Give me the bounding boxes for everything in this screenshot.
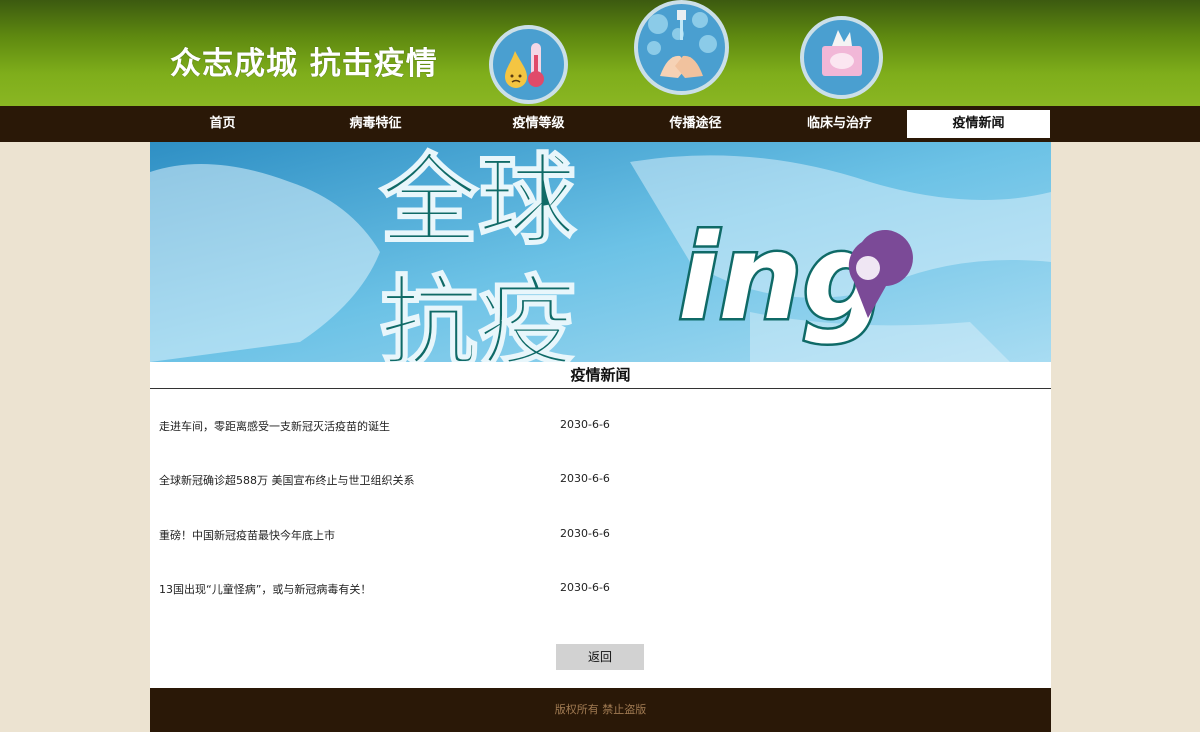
news-date: 2030-6-6 <box>560 472 610 485</box>
site-slogan: 众志成城 抗击疫情 <box>170 46 438 82</box>
news-date: 2030-6-6 <box>560 581 610 594</box>
news-banner: 全球 抗疫 ing <box>150 142 1051 362</box>
nav-item-transmission[interactable]: 传播途径 <box>624 110 767 138</box>
news-title[interactable]: 重磅！中国新冠疫苗最快今年底上市 <box>159 527 335 543</box>
news-title[interactable]: 全球新冠确诊超588万 美国宣布终止与世卫组织关系 <box>159 472 415 488</box>
copyright-text: 版权所有 禁止盗版 <box>554 703 647 716</box>
site-header: 众志成城 抗击疫情 <box>0 0 1200 106</box>
news-item[interactable]: 重磅！中国新冠疫苗最快今年底上市 2030-6-6 <box>159 527 1039 547</box>
back-button[interactable]: 返回 <box>556 644 644 670</box>
nav-item-epidemic-levels[interactable]: 疫情等级 <box>467 110 610 138</box>
banner-line1: 全球 <box>379 144 577 258</box>
banner-line2: 抗疫 <box>380 266 576 362</box>
site-footer: 版权所有 禁止盗版 <box>150 688 1051 732</box>
hand-washing-icon <box>634 0 729 95</box>
nav-item-virus-features[interactable]: 病毒特征 <box>304 110 447 138</box>
news-date: 2030-6-6 <box>560 527 610 540</box>
news-item[interactable]: 全球新冠确诊超588万 美国宣布终止与世卫组织关系 2030-6-6 <box>159 472 1039 492</box>
thermometer-icon <box>489 25 568 104</box>
nav-item-home[interactable]: 首页 <box>151 110 294 138</box>
news-date: 2030-6-6 <box>560 418 610 431</box>
tissue-box-icon <box>800 16 883 99</box>
news-item[interactable]: 13国出现“儿童怪病”，或与新冠病毒有关！ 2030-6-6 <box>159 581 1039 601</box>
main-content: 全球 抗疫 ing 疫情新闻 走进车间，零距离感受一支新冠灭活疫苗的诞生 203… <box>150 142 1051 688</box>
main-nav: 首页 病毒特征 疫情等级 传播途径 临床与治疗 疫情新闻 <box>0 106 1200 142</box>
news-title[interactable]: 13国出现“儿童怪病”，或与新冠病毒有关！ <box>159 581 371 597</box>
nav-item-news[interactable]: 疫情新闻 <box>907 110 1050 138</box>
nav-item-treatment[interactable]: 临床与治疗 <box>768 110 911 138</box>
section-title: 疫情新闻 <box>150 362 1051 389</box>
news-title[interactable]: 走进车间，零距离感受一支新冠灭活疫苗的诞生 <box>159 418 390 434</box>
news-item[interactable]: 走进车间，零距离感受一支新冠灭活疫苗的诞生 2030-6-6 <box>159 418 1039 438</box>
